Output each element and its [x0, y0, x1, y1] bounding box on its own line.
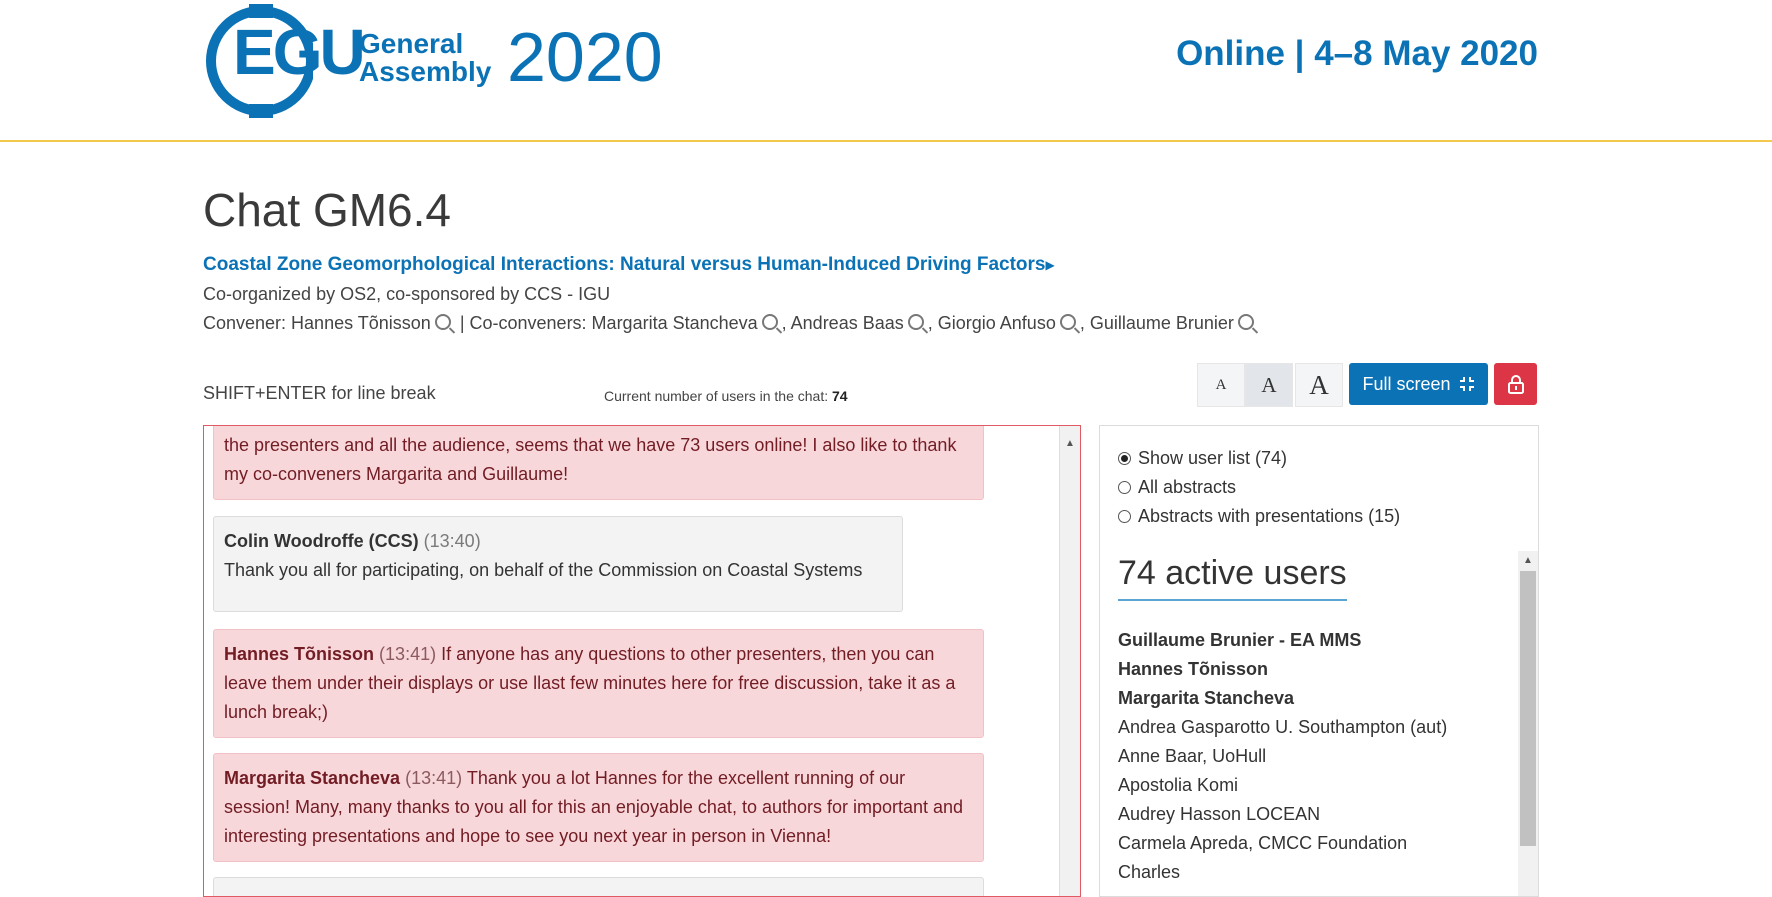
- message-text: the presenters and all the audience, see…: [224, 435, 957, 484]
- egu-logo[interactable]: EGU General Assembly 2020: [203, 2, 673, 120]
- option-all-abstracts[interactable]: All abstracts: [1118, 477, 1236, 498]
- option-label: All abstracts: [1138, 477, 1237, 497]
- logo-egu-text: EGU: [233, 16, 366, 88]
- scrollbar-thumb[interactable]: [1520, 571, 1536, 846]
- user-item[interactable]: Anne Baar, UoHull: [1118, 742, 1447, 771]
- logo-line-assembly: Assembly: [359, 56, 492, 87]
- user-item[interactable]: Hannes Tõnisson: [1118, 655, 1447, 684]
- chat-scrollbar[interactable]: ▲: [1059, 426, 1080, 896]
- chat-message: the presenters and all the audience, see…: [213, 426, 984, 500]
- message-time: (13:41): [379, 644, 437, 664]
- font-size-medium-button[interactable]: A: [1245, 363, 1293, 407]
- scroll-up-icon[interactable]: ▲: [1065, 438, 1075, 449]
- logo-year: 2020: [507, 18, 663, 96]
- user-item[interactable]: Audrey Hasson LOCEAN: [1118, 800, 1447, 829]
- user-count-value: 74: [832, 388, 848, 404]
- coconvener-name: | Co-conveners: Margarita Stancheva: [459, 313, 758, 333]
- search-icon[interactable]: [907, 314, 924, 330]
- active-user-list: Guillaume Brunier - EA MMS Hannes Tõniss…: [1118, 626, 1447, 887]
- fullscreen-label: Full screen: [1362, 373, 1451, 394]
- logo-line-general: General: [359, 28, 464, 59]
- conveners-line: Convener: Hannes Tõnisson | Co-conveners…: [203, 313, 1258, 334]
- chat-message: [213, 877, 984, 896]
- user-item[interactable]: Guillaume Brunier - EA MMS: [1118, 626, 1447, 655]
- chat-message: Colin Woodroffe (CCS) (13:40) Thank you …: [213, 516, 903, 612]
- user-count: Current number of users in the chat: 74: [604, 388, 848, 404]
- user-count-label: Current number of users in the chat:: [604, 388, 829, 404]
- lock-icon: [1507, 375, 1524, 394]
- chat-messages-panel[interactable]: the presenters and all the audience, see…: [203, 425, 1081, 897]
- option-abstracts-with-presentations[interactable]: Abstracts with presentations (15): [1118, 506, 1400, 527]
- event-dates: Online | 4–8 May 2020: [1176, 34, 1538, 73]
- active-users-heading: 74 active users: [1118, 554, 1347, 601]
- user-list-scrollbar[interactable]: ▲: [1518, 551, 1538, 896]
- option-label: Abstracts with presentations (15): [1138, 506, 1401, 526]
- logo-general-assembly: General Assembly: [359, 30, 491, 86]
- chat-message: Margarita Stancheva (13:41) Thank you a …: [213, 753, 984, 862]
- fullscreen-button[interactable]: Full screen: [1349, 363, 1488, 405]
- chat-message: Hannes Tõnisson (13:41) If anyone has an…: [213, 629, 984, 738]
- convener-name: Convener: Hannes Tõnisson: [203, 313, 431, 333]
- radio-icon[interactable]: [1118, 510, 1131, 523]
- compress-icon: [1459, 377, 1474, 391]
- radio-checked-icon[interactable]: [1118, 452, 1131, 465]
- font-size-large-button[interactable]: A: [1295, 363, 1343, 407]
- user-item[interactable]: Carmela Apreda, CMCC Foundation: [1118, 829, 1447, 858]
- user-item[interactable]: Apostolia Komi: [1118, 771, 1447, 800]
- radio-icon[interactable]: [1118, 481, 1131, 494]
- option-show-user-list[interactable]: Show user list (74): [1118, 448, 1287, 469]
- search-icon[interactable]: [1237, 314, 1254, 330]
- message-time: (13:40): [423, 531, 481, 551]
- scroll-up-icon[interactable]: ▲: [1523, 555, 1533, 566]
- session-link-text: Coastal Zone Geomorphological Interactio…: [203, 254, 1046, 275]
- session-link[interactable]: Coastal Zone Geomorphological Interactio…: [203, 254, 1055, 276]
- message-text: Thank you all for participating, on beha…: [224, 560, 863, 580]
- user-item[interactable]: Margarita Stancheva: [1118, 684, 1447, 713]
- message-author: Colin Woodroffe (CCS): [224, 531, 419, 551]
- line-break-hint: SHIFT+ENTER for line break: [203, 383, 436, 403]
- lock-button[interactable]: [1494, 363, 1537, 405]
- search-icon[interactable]: [1059, 314, 1076, 330]
- coconvener-name: , Andreas Baas: [781, 313, 904, 333]
- user-item[interactable]: Charles: [1118, 858, 1447, 887]
- coconvener-name: , Guillaume Brunier: [1079, 313, 1234, 333]
- user-list-panel: Show user list (74) All abstracts Abstra…: [1099, 425, 1539, 897]
- user-item[interactable]: Andrea Gasparotto U. Southampton (aut): [1118, 713, 1447, 742]
- search-icon[interactable]: [761, 314, 778, 330]
- font-size-small-button[interactable]: A: [1197, 363, 1245, 407]
- page-title: Chat GM6.4: [203, 184, 451, 236]
- option-label: Show user list (74): [1138, 448, 1288, 468]
- message-time: (13:41): [405, 768, 463, 788]
- caret-right-icon: ▶: [1045, 257, 1055, 272]
- coconvener-name: , Giorgio Anfuso: [927, 313, 1056, 333]
- message-author: Margarita Stancheva: [224, 768, 401, 788]
- site-header: EGU General Assembly 2020 Online | 4–8 M…: [0, 0, 1772, 142]
- message-author: Hannes Tõnisson: [224, 644, 375, 664]
- coorganized-text: Co-organized by OS2, co-sponsored by CCS…: [203, 284, 611, 304]
- search-icon[interactable]: [434, 314, 451, 330]
